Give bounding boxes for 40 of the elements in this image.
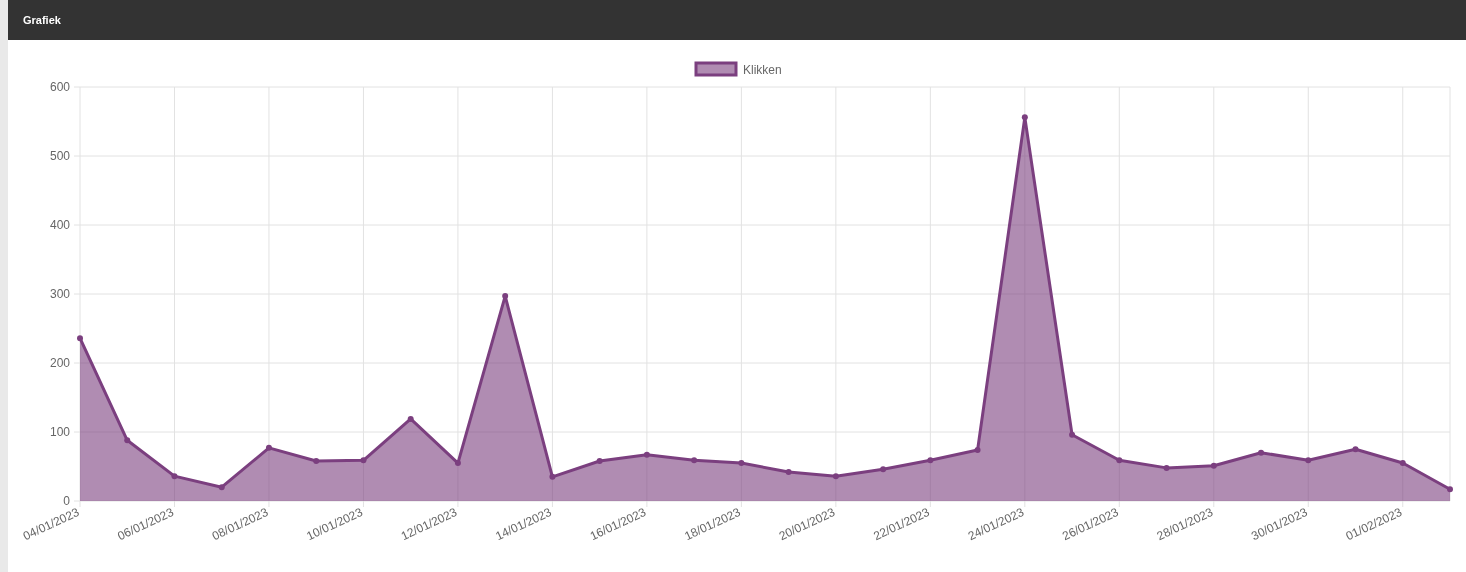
data-point — [974, 446, 981, 453]
data-point — [880, 466, 887, 473]
data-point — [265, 444, 272, 451]
legend-label[interactable]: Klikken — [743, 63, 782, 77]
data-point — [1305, 457, 1312, 464]
data-point — [596, 458, 603, 464]
data-point — [1352, 446, 1359, 453]
data-point — [1021, 114, 1028, 121]
data-point — [643, 451, 650, 458]
data-point — [454, 460, 461, 467]
data-point — [691, 457, 698, 464]
data-point — [1116, 457, 1123, 464]
data-point — [1210, 462, 1217, 469]
data-point — [832, 473, 839, 480]
data-point — [171, 473, 178, 480]
data-point — [502, 293, 509, 300]
data-point — [1163, 464, 1170, 471]
data-point — [360, 457, 367, 464]
y-tick-label: 400 — [49, 218, 70, 232]
panel-title: Grafiek — [23, 14, 61, 26]
data-point — [124, 437, 131, 444]
y-tick-label: 300 — [49, 287, 70, 301]
data-point — [407, 415, 414, 422]
y-tick-label: 600 — [49, 80, 70, 94]
y-tick-label: 0 — [63, 494, 70, 508]
data-point — [738, 460, 745, 467]
data-point — [313, 458, 320, 464]
data-point — [77, 335, 83, 342]
data-point — [1399, 460, 1406, 467]
data-point — [549, 473, 556, 480]
data-point — [1447, 486, 1453, 493]
y-tick-label: 500 — [49, 149, 70, 163]
legend-swatch[interactable] — [694, 61, 738, 77]
data-point — [785, 469, 792, 475]
y-tick-label: 100 — [49, 425, 70, 439]
data-point — [218, 484, 225, 491]
y-tick-label: 200 — [49, 356, 70, 370]
data-point — [1069, 431, 1076, 438]
data-point — [927, 457, 934, 464]
data-point — [1258, 449, 1265, 456]
